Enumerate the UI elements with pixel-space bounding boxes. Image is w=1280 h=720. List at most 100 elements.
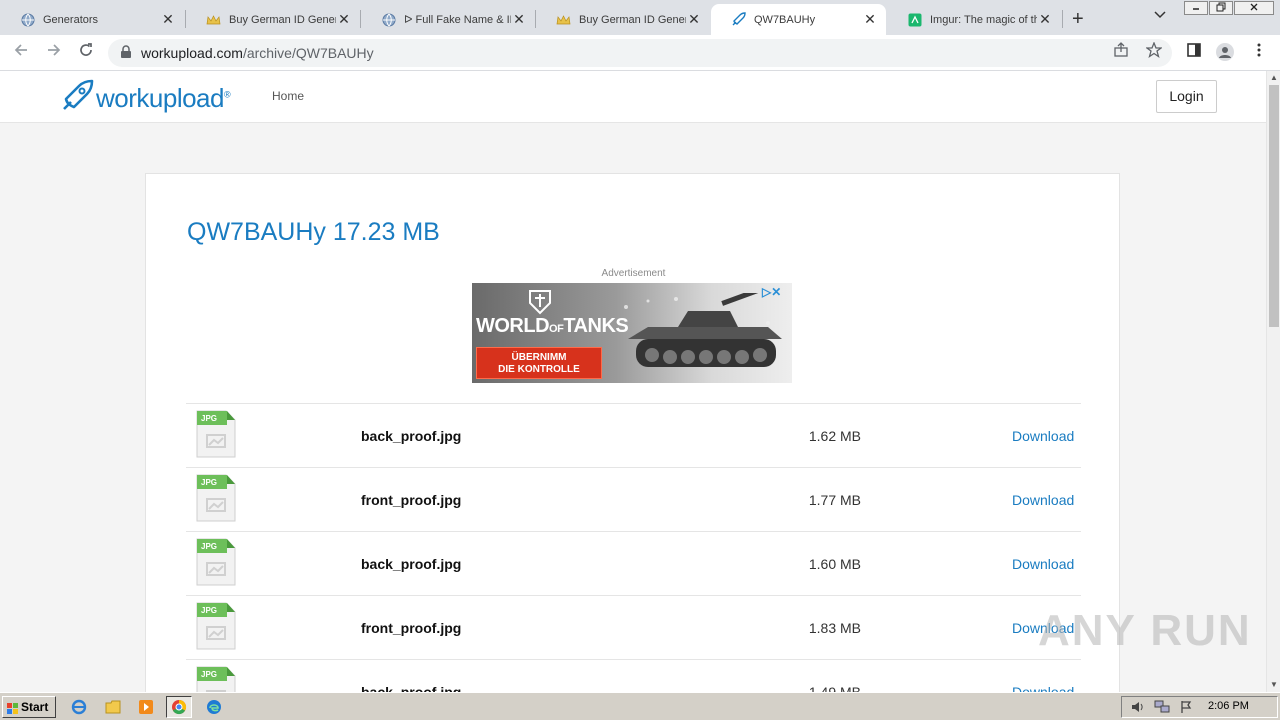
vertical-scrollbar[interactable]: ▲ ▼ [1266,71,1280,692]
file-list: JPG back_proof.jpg 1.62 MB Download JPG … [186,403,1081,692]
ad-cta-button[interactable]: ÜBERNIMM DIE KONTROLLE [476,347,602,379]
browser-toolbar: workupload.com/archive/QW7BAUHy [0,35,1280,71]
tab-separator [1062,10,1063,28]
chrome-icon[interactable] [166,696,192,718]
url-host: workupload.com [141,45,243,61]
new-tab-button[interactable]: + [1072,8,1084,31]
scroll-down-arrow-icon[interactable]: ▼ [1267,678,1280,692]
bookmark-star-icon[interactable] [1143,41,1165,64]
logo-wordmark: workupload [96,83,224,113]
address-bar[interactable]: workupload.com/archive/QW7BAUHy [108,39,1172,67]
media-player-icon[interactable] [133,696,159,718]
file-size: 1.60 MB [808,556,861,572]
logo-text: workupload® [96,83,231,114]
ad-banner[interactable]: WORLDOFTANKS ÜBERNIMM DIE KONTROLLE ▷✕ [472,283,792,383]
file-size: 1.77 MB [808,492,861,508]
close-icon[interactable]: ✕ [511,11,527,28]
crown-icon [206,12,221,27]
ad-label: Advertisement [601,268,666,279]
ad-brand: WORLDOFTANKS [476,315,629,338]
globe-icon [381,12,396,27]
file-name: front_proof.jpg [361,620,462,636]
tab-qw7bauhy[interactable]: QW7BAUHy ✕ [711,4,886,35]
jpg-badge: JPG [201,670,217,679]
reload-icon[interactable] [74,41,98,65]
nav-home-link[interactable]: Home [272,89,304,103]
jpg-file-icon: JPG [196,410,236,458]
file-row: JPG back_proof.jpg 1.62 MB Download [186,403,1081,467]
file-size: 1.62 MB [808,428,861,444]
start-button[interactable]: Start [2,696,56,718]
close-icon[interactable]: ✕ [1037,11,1053,28]
start-label: Start [21,700,49,714]
tab-buy-german-id-1[interactable]: Buy German ID Generat ✕ [186,4,360,35]
close-icon[interactable]: ✕ [160,11,176,28]
chevron-down-icon[interactable] [1154,8,1166,22]
ad-brand-world: WORLD [476,315,550,337]
tab-title: Imgur: The magic of th [930,13,1037,26]
workupload-logo[interactable]: workupload® [60,79,231,118]
file-row: JPG front_proof.jpg 1.83 MB Download [186,595,1081,659]
network-icon[interactable] [1154,700,1170,717]
download-link[interactable]: Download [1012,684,1074,692]
jpg-badge: JPG [201,414,217,423]
tank-emblem-icon [528,289,552,315]
archive-title: QW7BAUHy 17.23 MB [187,218,440,246]
rocket-icon [731,12,746,27]
download-link[interactable]: Download [1012,492,1074,508]
taskbar-clock[interactable]: 2:06 PM [1208,700,1249,712]
download-link[interactable]: Download [1012,428,1074,444]
lock-icon[interactable] [120,45,134,61]
jpg-file-icon: JPG [196,474,236,522]
ad-cta-line: DIE KONTROLLE [498,364,580,375]
action-center-flag-icon[interactable] [1180,700,1192,717]
side-panel-icon[interactable] [1183,42,1205,64]
tab-generators[interactable]: Generators ✕ [0,4,184,35]
rocket-icon [60,79,94,118]
file-name: front_proof.jpg [361,492,462,508]
jpg-badge: JPG [201,606,217,615]
scrollbar-thumb[interactable] [1269,85,1279,327]
url-text: workupload.com/archive/QW7BAUHy [141,45,374,61]
jpg-badge: JPG [201,542,217,551]
tab-imgur[interactable]: Imgur: The magic of th ✕ [887,4,1061,35]
close-icon[interactable]: ✕ [336,11,352,28]
close-icon[interactable]: ✕ [862,11,878,28]
jpg-file-icon: JPG [196,538,236,586]
profile-avatar-icon[interactable] [1214,42,1236,64]
ad-cta-line: ÜBERNIMM [511,352,567,363]
download-link[interactable]: Download [1012,556,1074,572]
tab-buy-german-id-2[interactable]: Buy German ID Genera ✕ [536,4,710,35]
share-icon[interactable] [1110,42,1132,64]
internet-explorer-icon[interactable] [66,696,92,718]
back-icon[interactable] [9,41,33,65]
file-explorer-icon[interactable] [100,696,126,718]
file-row: JPG front_proof.jpg 1.77 MB Download [186,467,1081,531]
jpg-file-icon: JPG [196,602,236,650]
tab-title: Buy German ID Genera [579,13,686,26]
file-name: back_proof.jpg [361,428,462,444]
tab-full-fake-name[interactable]: ᐅ Full Fake Name & IBA ✕ [361,4,535,35]
page-viewport: workupload® Home Login QW7BAUHy 17.23 MB… [0,71,1266,692]
site-header: workupload® Home Login [0,71,1266,123]
file-size: 1.83 MB [808,620,861,636]
login-button[interactable]: Login [1156,80,1217,113]
scroll-up-arrow-icon[interactable]: ▲ [1267,71,1280,85]
anyrun-watermark: ANY RUN [1038,606,1252,655]
kebab-menu-icon[interactable] [1248,42,1270,64]
ad-choices-close-icon[interactable]: ▷✕ [762,285,781,299]
file-name: back_proof.jpg [361,556,462,572]
forward-icon[interactable] [42,41,66,65]
file-row: JPG back_proof.jpg 1.60 MB Download [186,531,1081,595]
imgur-icon [907,12,922,27]
tab-title: Generators [43,13,99,26]
window-close-button[interactable] [1234,1,1274,15]
close-icon[interactable]: ✕ [686,11,702,28]
restore-button[interactable] [1209,1,1233,15]
jpg-badge: JPG [201,478,217,487]
file-row: JPG back_proof.jpg 1.49 MB Download [186,659,1081,692]
tab-title: Buy German ID Generat [229,13,336,26]
edge-icon[interactable] [201,696,227,718]
minimize-button[interactable] [1184,1,1208,15]
volume-icon[interactable] [1130,700,1144,717]
